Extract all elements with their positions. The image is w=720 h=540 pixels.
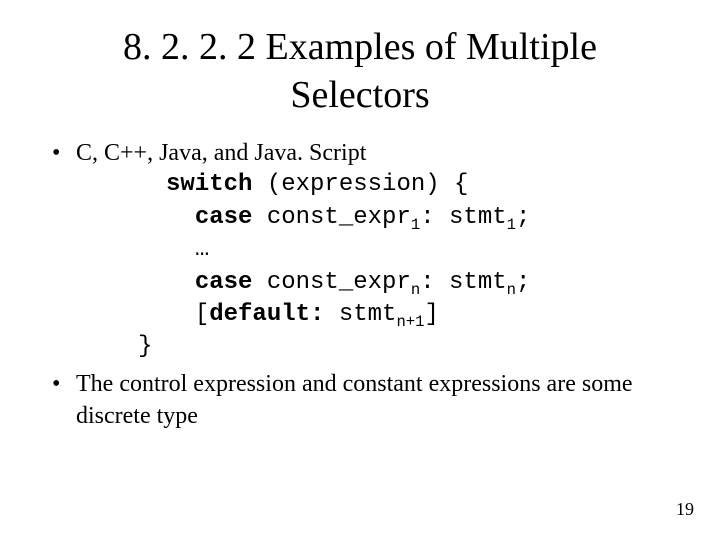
bullet-2-text: The control expression and constant expr… — [76, 371, 633, 429]
slide-title: 8. 2. 2. 2 Examples of Multiple Selector… — [0, 0, 720, 119]
title-line-2: Selectors — [290, 74, 429, 116]
title-line-1: 8. 2. 2. 2 Examples of Multiple — [123, 26, 597, 68]
case1-stmt-sub: 1 — [507, 216, 516, 234]
keyword-default: default: — [209, 301, 324, 328]
casen-sub: n — [411, 280, 420, 298]
default-open: [ — [195, 301, 209, 328]
casen-expr: const_expr — [252, 269, 410, 296]
switch-rest: (expression) { — [252, 171, 468, 198]
bullet-item-1: C, C++, Java, and Java. Script switch (e… — [48, 137, 672, 364]
default-sub: n+1 — [396, 313, 424, 331]
bullet-list: C, C++, Java, and Java. Script switch (e… — [48, 137, 672, 433]
default-close: ] — [425, 301, 439, 328]
code-close-brace: } — [76, 331, 672, 363]
bullet-item-2: The control expression and constant expr… — [48, 368, 672, 433]
casen-stmt: stmt — [435, 269, 507, 296]
case1-stmt: stmt — [435, 204, 507, 231]
casen-stmt-sub: n — [507, 280, 516, 298]
default-stmt: stmt — [324, 301, 396, 328]
case1-colon: : — [420, 204, 434, 231]
code-block: switch (expression) { case const_expr1: … — [76, 169, 672, 331]
case1-sub: 1 — [411, 216, 420, 234]
slide-body: C, C++, Java, and Java. Script switch (e… — [0, 119, 720, 433]
slide: 8. 2. 2. 2 Examples of Multiple Selector… — [0, 0, 720, 540]
casen-colon: : — [420, 269, 434, 296]
bullet-1-text: C, C++, Java, and Java. Script — [76, 140, 366, 166]
case1-expr: const_expr — [252, 204, 410, 231]
case1-semi: ; — [516, 204, 530, 231]
keyword-switch: switch — [166, 171, 252, 198]
code-ellipsis: … — [195, 236, 209, 263]
casen-semi: ; — [516, 269, 530, 296]
keyword-case-n: case — [195, 269, 253, 296]
page-number: 19 — [676, 499, 694, 520]
keyword-case-1: case — [195, 204, 253, 231]
